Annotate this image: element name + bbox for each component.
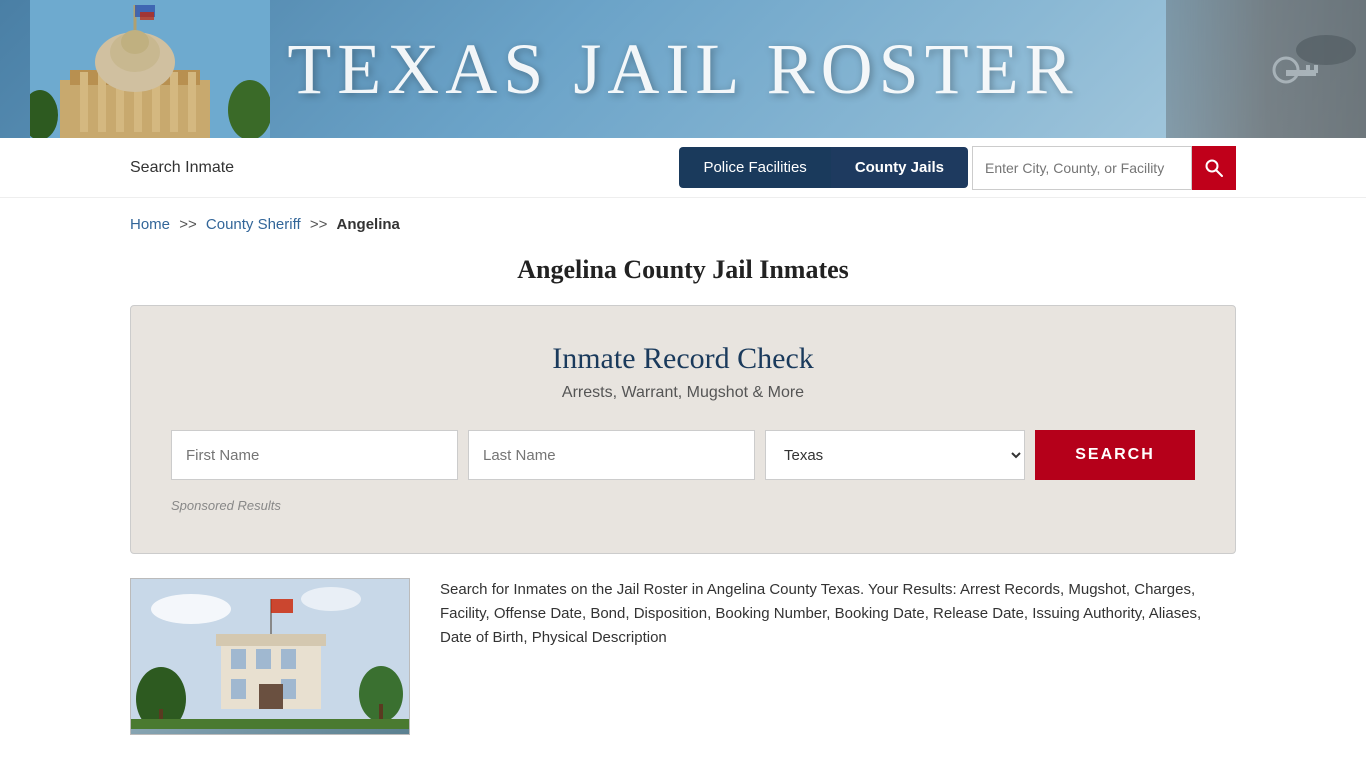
county-jails-button[interactable]: County Jails xyxy=(831,147,968,188)
page-title: Angelina County Jail Inmates xyxy=(0,255,1366,285)
bottom-description: Search for Inmates on the Jail Roster in… xyxy=(440,578,1236,650)
record-check-box: Inmate Record Check Arrests, Warrant, Mu… xyxy=(130,305,1236,554)
angelina-building-image xyxy=(130,578,410,735)
breadcrumb-sep2: >> xyxy=(310,216,328,233)
navbar-right: Police Facilities County Jails xyxy=(679,146,1236,190)
banner-right-decoration xyxy=(1166,0,1366,138)
search-inmate-label: Search Inmate xyxy=(130,159,234,177)
sponsored-results-label: Sponsored Results xyxy=(171,498,1195,513)
police-facilities-button[interactable]: Police Facilities xyxy=(679,147,830,188)
last-name-input[interactable] xyxy=(468,430,755,480)
breadcrumb-home[interactable]: Home xyxy=(130,216,170,233)
record-search-button[interactable]: SEARCH xyxy=(1035,430,1195,480)
breadcrumb-current: Angelina xyxy=(337,216,400,233)
navbar: Search Inmate Police Facilities County J… xyxy=(0,138,1366,198)
bottom-section: Search for Inmates on the Jail Roster in… xyxy=(130,578,1236,735)
state-select[interactable]: AlabamaAlaskaArizonaArkansasCaliforniaCo… xyxy=(765,430,1025,480)
facility-search-input[interactable] xyxy=(972,146,1192,190)
breadcrumb-county-sheriff[interactable]: County Sheriff xyxy=(206,216,301,233)
breadcrumb: Home >> County Sheriff >> Angelina xyxy=(0,198,1366,243)
record-check-form: AlabamaAlaskaArizonaArkansasCaliforniaCo… xyxy=(171,430,1195,480)
breadcrumb-sep1: >> xyxy=(179,216,197,233)
first-name-input[interactable] xyxy=(171,430,458,480)
facility-search-button[interactable] xyxy=(1192,146,1236,190)
header-banner: Texas Jail Roster xyxy=(0,0,1366,138)
search-icon xyxy=(1204,158,1224,178)
capitol-image xyxy=(30,0,270,138)
record-check-title: Inmate Record Check xyxy=(171,342,1195,376)
facility-search-container xyxy=(972,146,1236,190)
banner-title: Texas Jail Roster xyxy=(287,28,1078,111)
record-check-subtitle: Arrests, Warrant, Mugshot & More xyxy=(171,384,1195,402)
